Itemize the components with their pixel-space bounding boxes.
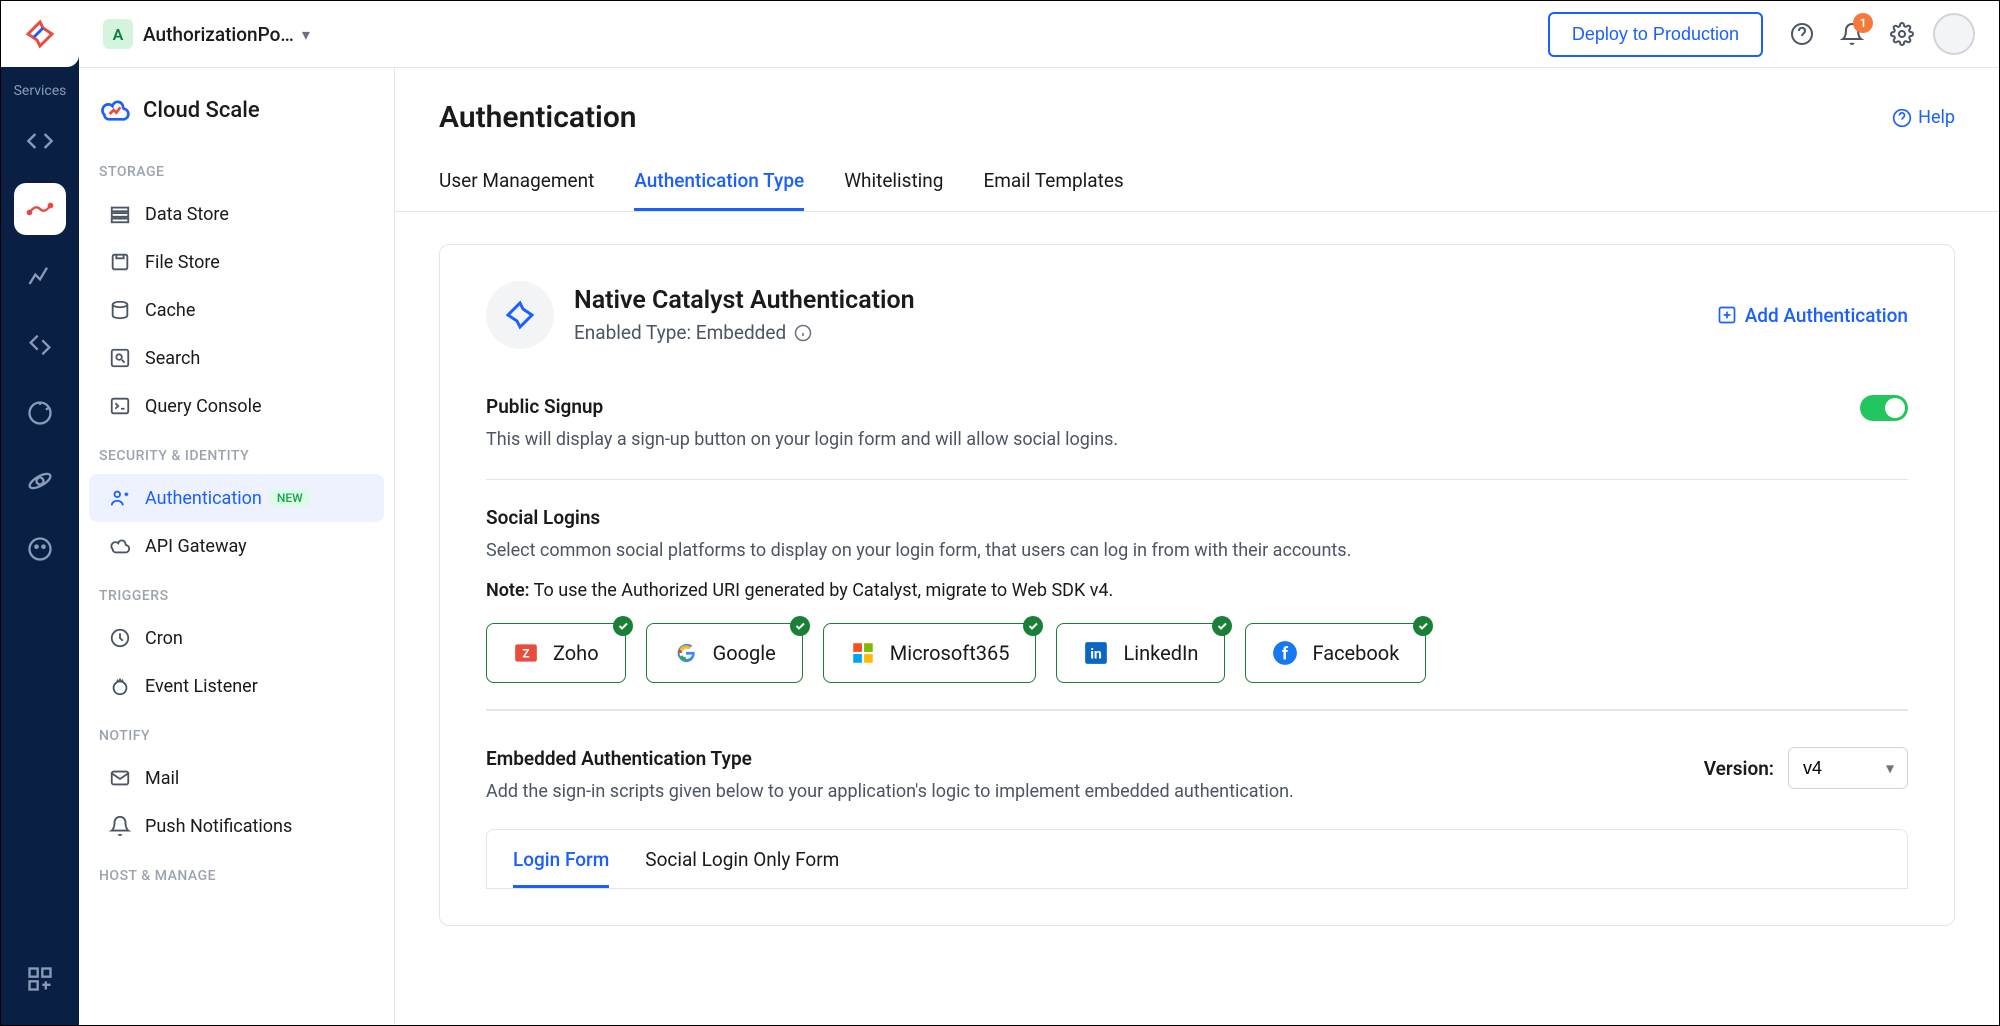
social-title: Social Logins	[486, 506, 1908, 529]
embedded-title: Embedded Authentication Type	[486, 747, 1704, 770]
social-zoho[interactable]: Z Zoho	[486, 623, 626, 683]
facebook-icon: f	[1272, 640, 1298, 666]
google-icon	[673, 640, 699, 666]
rail-item-apps[interactable]	[14, 953, 66, 1005]
rail-item-globe[interactable]	[14, 387, 66, 439]
rail-item-face[interactable]	[14, 523, 66, 575]
linkedin-icon: in	[1083, 640, 1109, 666]
social-note: Note: To use the Authorized URI generate…	[486, 580, 1908, 601]
sidebar: Cloud Scale STORAGE Data Store File Stor…	[79, 68, 395, 1025]
avatar[interactable]	[1933, 13, 1975, 55]
sidebar-title: Cloud Scale	[143, 98, 260, 123]
rail-item-code[interactable]	[14, 115, 66, 167]
catalyst-logo-icon	[22, 16, 58, 52]
sidebar-item-api-gateway[interactable]: API Gateway	[89, 522, 384, 570]
tab-email-templates[interactable]: Email Templates	[983, 169, 1123, 211]
card-subtitle: Enabled Type: Embedded	[574, 321, 915, 344]
check-icon	[1212, 616, 1232, 636]
sidebar-item-query-console[interactable]: Query Console	[89, 382, 384, 430]
sidebar-item-file-store[interactable]: File Store	[89, 238, 384, 286]
tab-authentication-type[interactable]: Authentication Type	[634, 169, 804, 211]
social-microsoft[interactable]: Microsoft365	[823, 623, 1037, 683]
notifications-icon[interactable]: 1	[1833, 15, 1871, 53]
section-triggers: TRIGGERS	[79, 570, 394, 614]
zoho-icon: Z	[513, 640, 539, 666]
deploy-button[interactable]: Deploy to Production	[1548, 12, 1763, 57]
info-icon[interactable]	[794, 324, 812, 342]
version-label: Version:	[1704, 757, 1774, 780]
sidebar-item-cron[interactable]: Cron	[89, 614, 384, 662]
tabs: User Management Authentication Type Whit…	[395, 135, 1999, 212]
svg-text:in: in	[1091, 646, 1103, 662]
help-link[interactable]: Help	[1892, 107, 1955, 128]
sidebar-item-authentication[interactable]: AuthenticationNEW	[89, 474, 384, 522]
tab-user-management[interactable]: User Management	[439, 169, 594, 211]
project-name[interactable]: AuthorizationPo…	[143, 23, 294, 46]
sidebar-item-event-listener[interactable]: Event Listener	[89, 662, 384, 710]
rail-item-orbit[interactable]	[14, 455, 66, 507]
plus-square-icon	[1717, 305, 1737, 325]
section-storage: STORAGE	[79, 146, 394, 190]
sidebar-item-mail[interactable]: Mail	[89, 754, 384, 802]
catalyst-icon	[486, 281, 554, 349]
top-bar: A AuthorizationPo… ▾ Deploy to Productio…	[79, 1, 1999, 68]
sub-tab-social-only[interactable]: Social Login Only Form	[645, 848, 839, 888]
new-badge: NEW	[270, 489, 310, 507]
embedded-desc: Add the sign-in scripts given below to y…	[486, 778, 1704, 805]
check-icon	[1413, 616, 1433, 636]
card-title: Native Catalyst Authentication	[574, 286, 915, 315]
check-icon	[613, 616, 633, 636]
section-notify: NOTIFY	[79, 710, 394, 754]
public-signup-toggle[interactable]	[1860, 395, 1908, 421]
check-icon	[790, 616, 810, 636]
help-icon[interactable]	[1783, 15, 1821, 53]
main-content: Authentication Help User Management Auth…	[395, 68, 1999, 1025]
notification-count: 1	[1853, 13, 1873, 33]
rail-item-link[interactable]	[14, 319, 66, 371]
microsoft-icon	[850, 640, 876, 666]
rail-item-analytics[interactable]	[14, 251, 66, 303]
sidebar-item-data-store[interactable]: Data Store	[89, 190, 384, 238]
services-label: Services	[14, 83, 67, 99]
section-host: HOST & MANAGE	[79, 850, 394, 894]
logo[interactable]	[1, 1, 79, 67]
embedded-sub-tabs: Login Form Social Login Only Form	[486, 829, 1908, 889]
project-badge: A	[103, 19, 133, 49]
public-signup-desc: This will display a sign-up button on yo…	[486, 426, 1860, 453]
sidebar-item-push[interactable]: Push Notifications	[89, 802, 384, 850]
sidebar-item-search[interactable]: Search	[89, 334, 384, 382]
sub-tab-login-form[interactable]: Login Form	[513, 848, 609, 888]
svg-text:Z: Z	[522, 646, 529, 660]
chevron-down-icon[interactable]: ▾	[302, 25, 310, 44]
tab-whitelisting[interactable]: Whitelisting	[844, 169, 943, 211]
sidebar-item-cache[interactable]: Cache	[89, 286, 384, 334]
check-icon	[1023, 616, 1043, 636]
social-linkedin[interactable]: in LinkedIn	[1056, 623, 1225, 683]
cloud-scale-icon	[99, 94, 131, 126]
version-select[interactable]: v4	[1788, 747, 1908, 789]
add-authentication-button[interactable]: Add Authentication	[1717, 304, 1908, 327]
page-title: Authentication	[439, 100, 637, 135]
social-google[interactable]: Google	[646, 623, 803, 683]
social-facebook[interactable]: f Facebook	[1245, 623, 1426, 683]
rail-item-scale[interactable]	[14, 183, 66, 235]
help-circle-icon	[1892, 108, 1912, 128]
section-security: SECURITY & IDENTITY	[79, 430, 394, 474]
services-rail: Services	[1, 1, 79, 1025]
settings-icon[interactable]	[1883, 15, 1921, 53]
auth-card: Native Catalyst Authentication Enabled T…	[439, 244, 1955, 926]
sidebar-header: Cloud Scale	[79, 68, 394, 146]
public-signup-title: Public Signup	[486, 395, 1860, 418]
social-desc: Select common social platforms to displa…	[486, 537, 1908, 564]
svg-text:f: f	[1282, 645, 1289, 665]
